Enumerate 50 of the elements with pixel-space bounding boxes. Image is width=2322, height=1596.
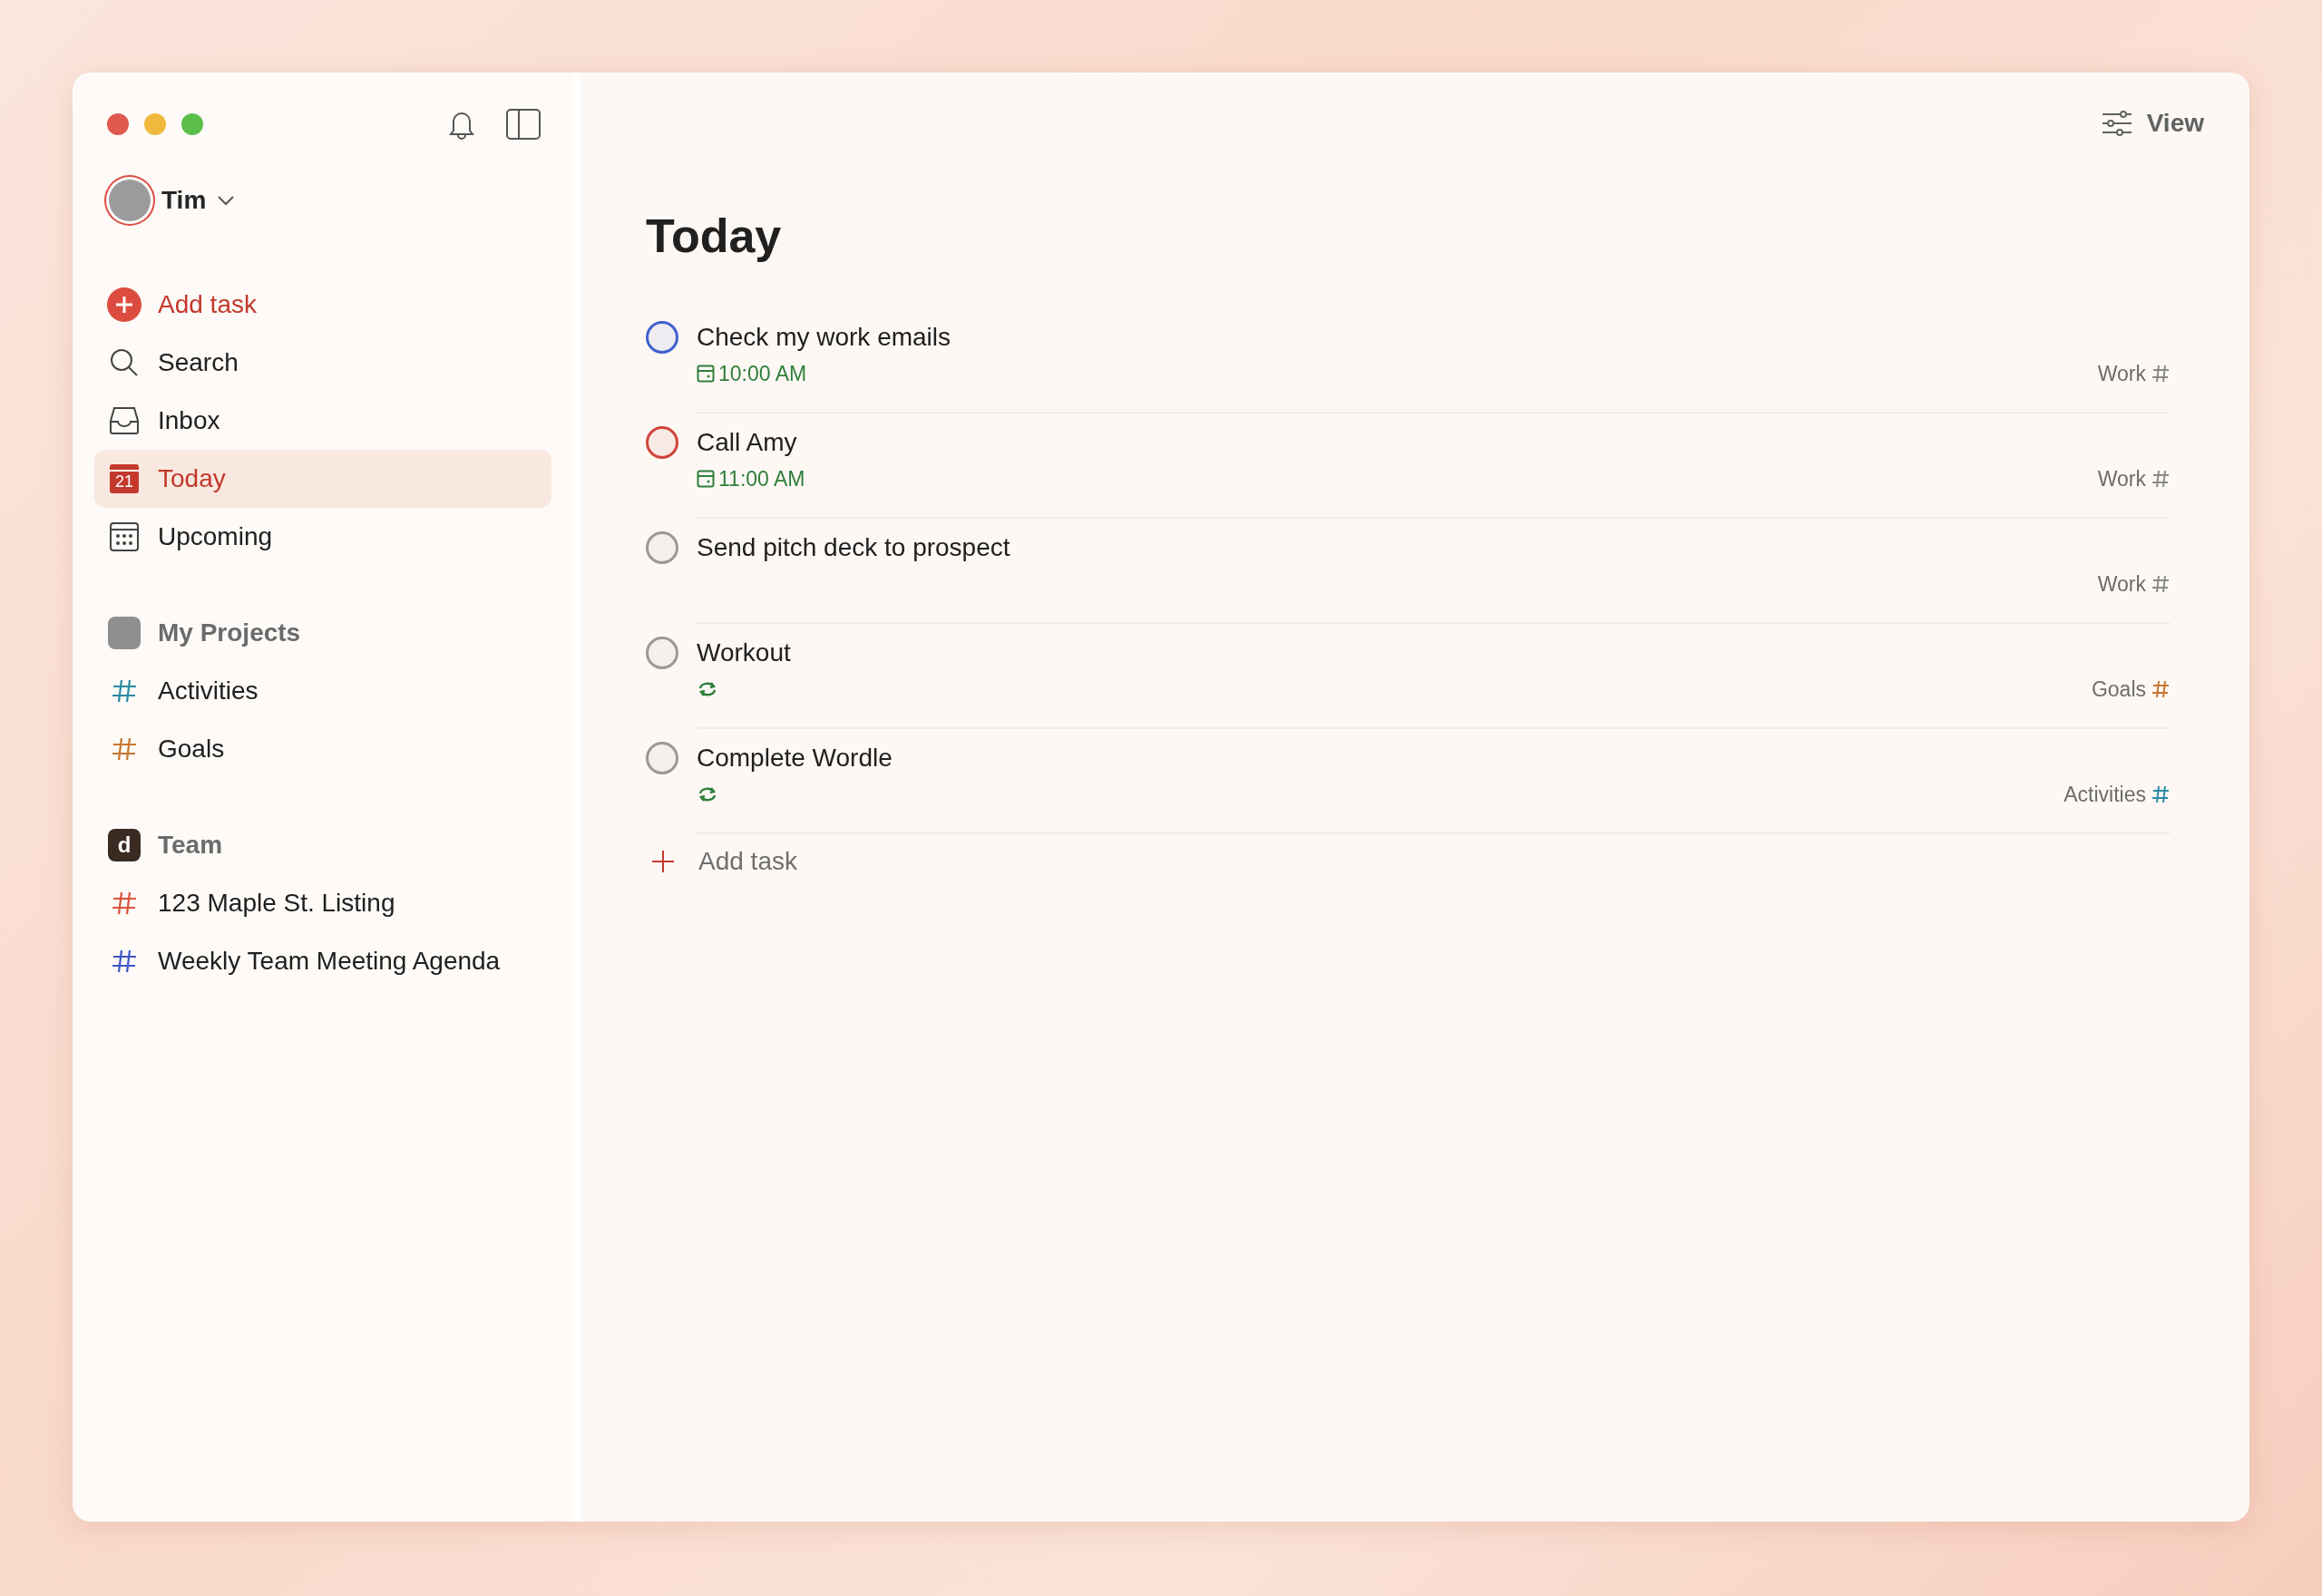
task-checkbox[interactable]: [646, 426, 678, 459]
sidebar-item[interactable]: Add task: [94, 276, 551, 334]
calendar-icon: [697, 365, 715, 383]
sidebar-toggle-icon[interactable]: [506, 109, 541, 140]
task-checkbox[interactable]: [646, 637, 678, 669]
plus-icon: [651, 850, 675, 873]
project-label[interactable]: Work: [2097, 361, 2170, 386]
project-group-header[interactable]: My Projects: [94, 604, 551, 662]
task-checkbox[interactable]: [646, 531, 678, 564]
project-item[interactable]: Weekly Team Meeting Agenda: [94, 932, 551, 990]
task-title[interactable]: Check my work emails: [697, 321, 2170, 354]
inbox-icon: [109, 405, 140, 436]
task-title[interactable]: Call Amy: [697, 426, 2170, 459]
window-control-dot[interactable]: [181, 113, 203, 135]
project-item[interactable]: Activities: [94, 662, 551, 720]
sidebar-item[interactable]: Search: [94, 334, 551, 392]
photo-placeholder: [108, 617, 141, 649]
task-title[interactable]: Complete Wordle: [697, 742, 2170, 774]
search-icon: [109, 347, 140, 378]
window-control-dot[interactable]: [144, 113, 166, 135]
project-label[interactable]: Goals: [2091, 676, 2170, 702]
task-checkbox[interactable]: [646, 742, 678, 774]
project-label[interactable]: Work: [2097, 466, 2170, 491]
team-logo-icon: d: [108, 829, 141, 861]
task-title[interactable]: Workout: [697, 637, 2170, 669]
task-title[interactable]: Send pitch deck to prospect: [697, 531, 2170, 564]
due-time: 11:00 AM: [697, 466, 805, 491]
project-group-header[interactable]: d Team: [94, 816, 551, 874]
add-icon: [107, 287, 141, 322]
recurring-icon: [697, 785, 718, 803]
page-title: Today: [646, 209, 783, 263]
project-item[interactable]: Goals: [94, 720, 551, 778]
recurring-icon: [697, 680, 718, 698]
project-item[interactable]: 123 Maple St. Listing: [94, 874, 551, 932]
sidebar-item[interactable]: Inbox: [94, 392, 551, 450]
project-label[interactable]: Work: [2097, 571, 2170, 597]
view-options-button[interactable]: View: [2101, 109, 2204, 138]
chevron-down-icon: [217, 195, 236, 206]
calendar-day-icon: 21: [110, 464, 139, 493]
project-label[interactable]: Activities: [2063, 782, 2170, 807]
window-control-dot[interactable]: [107, 113, 129, 135]
sidebar-item[interactable]: 21 Today: [94, 450, 551, 508]
calendar-icon: [697, 470, 715, 488]
add-task-button[interactable]: Add task: [646, 847, 797, 876]
sidebar-item[interactable]: Upcoming: [94, 508, 551, 566]
due-time: 10:00 AM: [697, 361, 807, 386]
calendar-grid-icon: [109, 521, 140, 552]
sliders-icon: [2101, 110, 2132, 137]
task-checkbox[interactable]: [646, 321, 678, 354]
user-menu-button[interactable]: Tim: [105, 176, 239, 225]
